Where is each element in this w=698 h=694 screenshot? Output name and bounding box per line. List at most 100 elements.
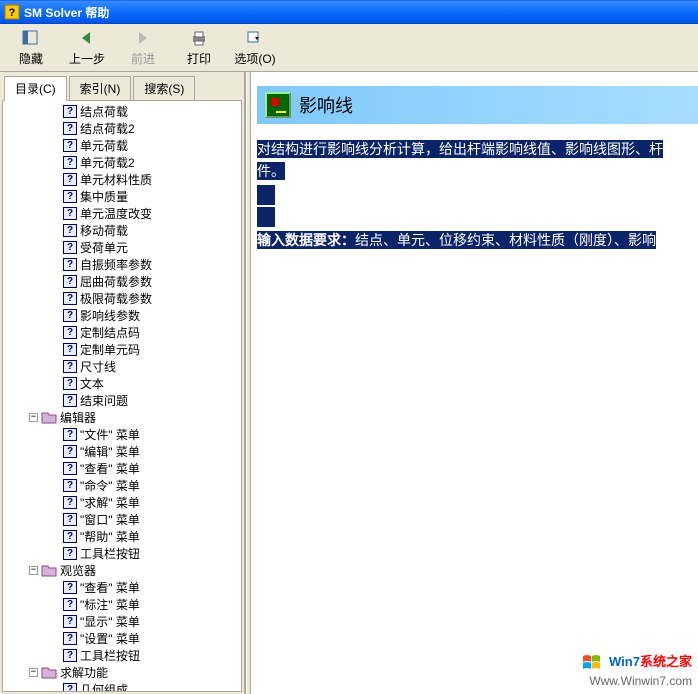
tab-search[interactable]: 搜索(S) [133, 76, 195, 100]
book-open-icon [41, 411, 57, 424]
tree-topic[interactable]: ?单元荷载 [5, 137, 239, 154]
tree-topic[interactable]: ?自振频率参数 [5, 256, 239, 273]
help-page-icon: ? [63, 513, 77, 526]
tree-topic[interactable]: ?"设置" 菜单 [5, 630, 239, 647]
topic-icon [265, 92, 291, 118]
help-page-icon: ? [63, 496, 77, 509]
tree-topic[interactable]: ?"编辑" 菜单 [5, 443, 239, 460]
help-page-icon: ? [63, 343, 77, 356]
help-page-icon: ? [63, 649, 77, 662]
help-page-icon: ? [63, 241, 77, 254]
help-page-icon: ? [63, 122, 77, 135]
tree-topic[interactable]: ?屈曲荷载参数 [5, 273, 239, 290]
tree-topic[interactable]: ?结束问题 [5, 392, 239, 409]
tree-topic[interactable]: ?"查看" 菜单 [5, 460, 239, 477]
tree-topic[interactable]: ?结点荷载 [5, 103, 239, 120]
help-page-icon: ? [63, 190, 77, 203]
tree-topic[interactable]: ?工具栏按钮 [5, 647, 239, 664]
help-page-icon: ? [63, 581, 77, 594]
help-page-icon: ? [63, 292, 77, 305]
tree-topic[interactable]: ?单元材料性质 [5, 171, 239, 188]
content-body: 对结构进行影响线分析计算，给出杆端影响线值、影响线图形、杆 件。 输入数据要求：… [257, 138, 698, 251]
tree-folder[interactable]: −编辑器 [5, 409, 239, 426]
hide-button[interactable]: 隐藏 [4, 26, 58, 68]
tree-topic[interactable]: ?"显示" 菜单 [5, 613, 239, 630]
expand-toggle-icon[interactable]: − [29, 668, 38, 677]
help-page-icon: ? [63, 615, 77, 628]
options-button[interactable]: 选项(O) [228, 26, 282, 68]
selected-blank [257, 185, 275, 205]
navigation-sidebar: 目录(C) 索引(N) 搜索(S) ?结点荷载?结点荷载2?单元荷载?单元荷载2… [0, 72, 246, 694]
tree-topic[interactable]: ?"文件" 菜单 [5, 426, 239, 443]
tree-topic[interactable]: ?定制结点码 [5, 324, 239, 341]
options-icon [245, 28, 265, 48]
tree-topic[interactable]: ?"求解" 菜单 [5, 494, 239, 511]
nav-tabs: 目录(C) 索引(N) 搜索(S) [2, 74, 242, 100]
tree-topic[interactable]: ?移动荷载 [5, 222, 239, 239]
tree-folder[interactable]: −观览器 [5, 562, 239, 579]
help-page-icon: ? [63, 173, 77, 186]
tree-folder[interactable]: −求解功能 [5, 664, 239, 681]
help-page-icon: ? [63, 224, 77, 237]
tree-view[interactable]: ?结点荷载?结点荷载2?单元荷载?单元荷载2?单元材料性质?集中质量?单元温度改… [2, 100, 242, 692]
book-open-icon [41, 564, 57, 577]
help-page-icon: ? [63, 139, 77, 152]
forward-button: 前进 [116, 26, 170, 68]
content-label: 输入数据要求：结点、单元、位移约束、材料性质（刚度）、影响 [257, 231, 656, 249]
tree-topic[interactable]: ?集中质量 [5, 188, 239, 205]
toolbar: 隐藏 上一步 前进 打印 选项(O) [0, 24, 698, 72]
tree-topic[interactable]: ?工具栏按钮 [5, 545, 239, 562]
help-page-icon: ? [63, 683, 77, 692]
tree-topic[interactable]: ?结点荷载2 [5, 120, 239, 137]
windows-logo-icon [581, 652, 603, 674]
tab-index[interactable]: 索引(N) [69, 76, 132, 100]
expand-toggle-icon[interactable]: − [29, 566, 38, 575]
tree-topic[interactable]: ?"帮助" 菜单 [5, 528, 239, 545]
content-text: 件。 [257, 162, 285, 180]
content-header: 影响线 [257, 86, 698, 124]
help-page-icon: ? [63, 428, 77, 441]
expand-toggle-icon[interactable]: − [29, 413, 38, 422]
print-button[interactable]: 打印 [172, 26, 226, 68]
help-page-icon: ? [63, 326, 77, 339]
help-page-icon: ? [63, 547, 77, 560]
tab-contents[interactable]: 目录(C) [4, 76, 67, 101]
tree-topic[interactable]: ?单元荷载2 [5, 154, 239, 171]
help-page-icon: ? [63, 394, 77, 407]
tree-topic[interactable]: ?尺寸线 [5, 358, 239, 375]
tree-topic[interactable]: ?单元温度改变 [5, 205, 239, 222]
tree-topic[interactable]: ?几何组成 [5, 681, 239, 692]
print-icon [189, 28, 209, 48]
help-page-icon: ? [63, 275, 77, 288]
back-button[interactable]: 上一步 [60, 26, 114, 68]
content-text: 对结构进行影响线分析计算，给出杆端影响线值、影响线图形、杆 [257, 140, 663, 158]
arrow-right-icon [133, 28, 153, 48]
book-open-icon [41, 666, 57, 679]
help-page-icon: ? [63, 258, 77, 271]
tree-topic[interactable]: ?定制单元码 [5, 341, 239, 358]
help-page-icon: ? [63, 632, 77, 645]
help-page-icon: ? [63, 462, 77, 475]
hide-icon [21, 28, 41, 48]
help-page-icon: ? [63, 156, 77, 169]
help-page-icon: ? [63, 445, 77, 458]
help-page-icon: ? [63, 105, 77, 118]
tree-topic[interactable]: ?"标注" 菜单 [5, 596, 239, 613]
help-page-icon: ? [63, 530, 77, 543]
help-page-icon: ? [63, 207, 77, 220]
help-page-icon: ? [63, 598, 77, 611]
tree-topic[interactable]: ?文本 [5, 375, 239, 392]
app-icon: ? [4, 4, 20, 20]
watermark: Win7系统之家 Www.Winwin7.com [581, 651, 692, 688]
tree-topic[interactable]: ?受荷单元 [5, 239, 239, 256]
selected-blank [257, 207, 275, 227]
tree-topic[interactable]: ?极限荷载参数 [5, 290, 239, 307]
window-title: SM Solver 帮助 [24, 4, 109, 21]
content-pane: 影响线 对结构进行影响线分析计算，给出杆端影响线值、影响线图形、杆 件。 输入数… [251, 72, 698, 694]
tree-topic[interactable]: ?"命令" 菜单 [5, 477, 239, 494]
tree-topic[interactable]: ?"查看" 菜单 [5, 579, 239, 596]
tree-topic[interactable]: ?"窗口" 菜单 [5, 511, 239, 528]
tree-topic[interactable]: ?影响线参数 [5, 307, 239, 324]
help-page-icon: ? [63, 377, 77, 390]
help-page-icon: ? [63, 360, 77, 373]
